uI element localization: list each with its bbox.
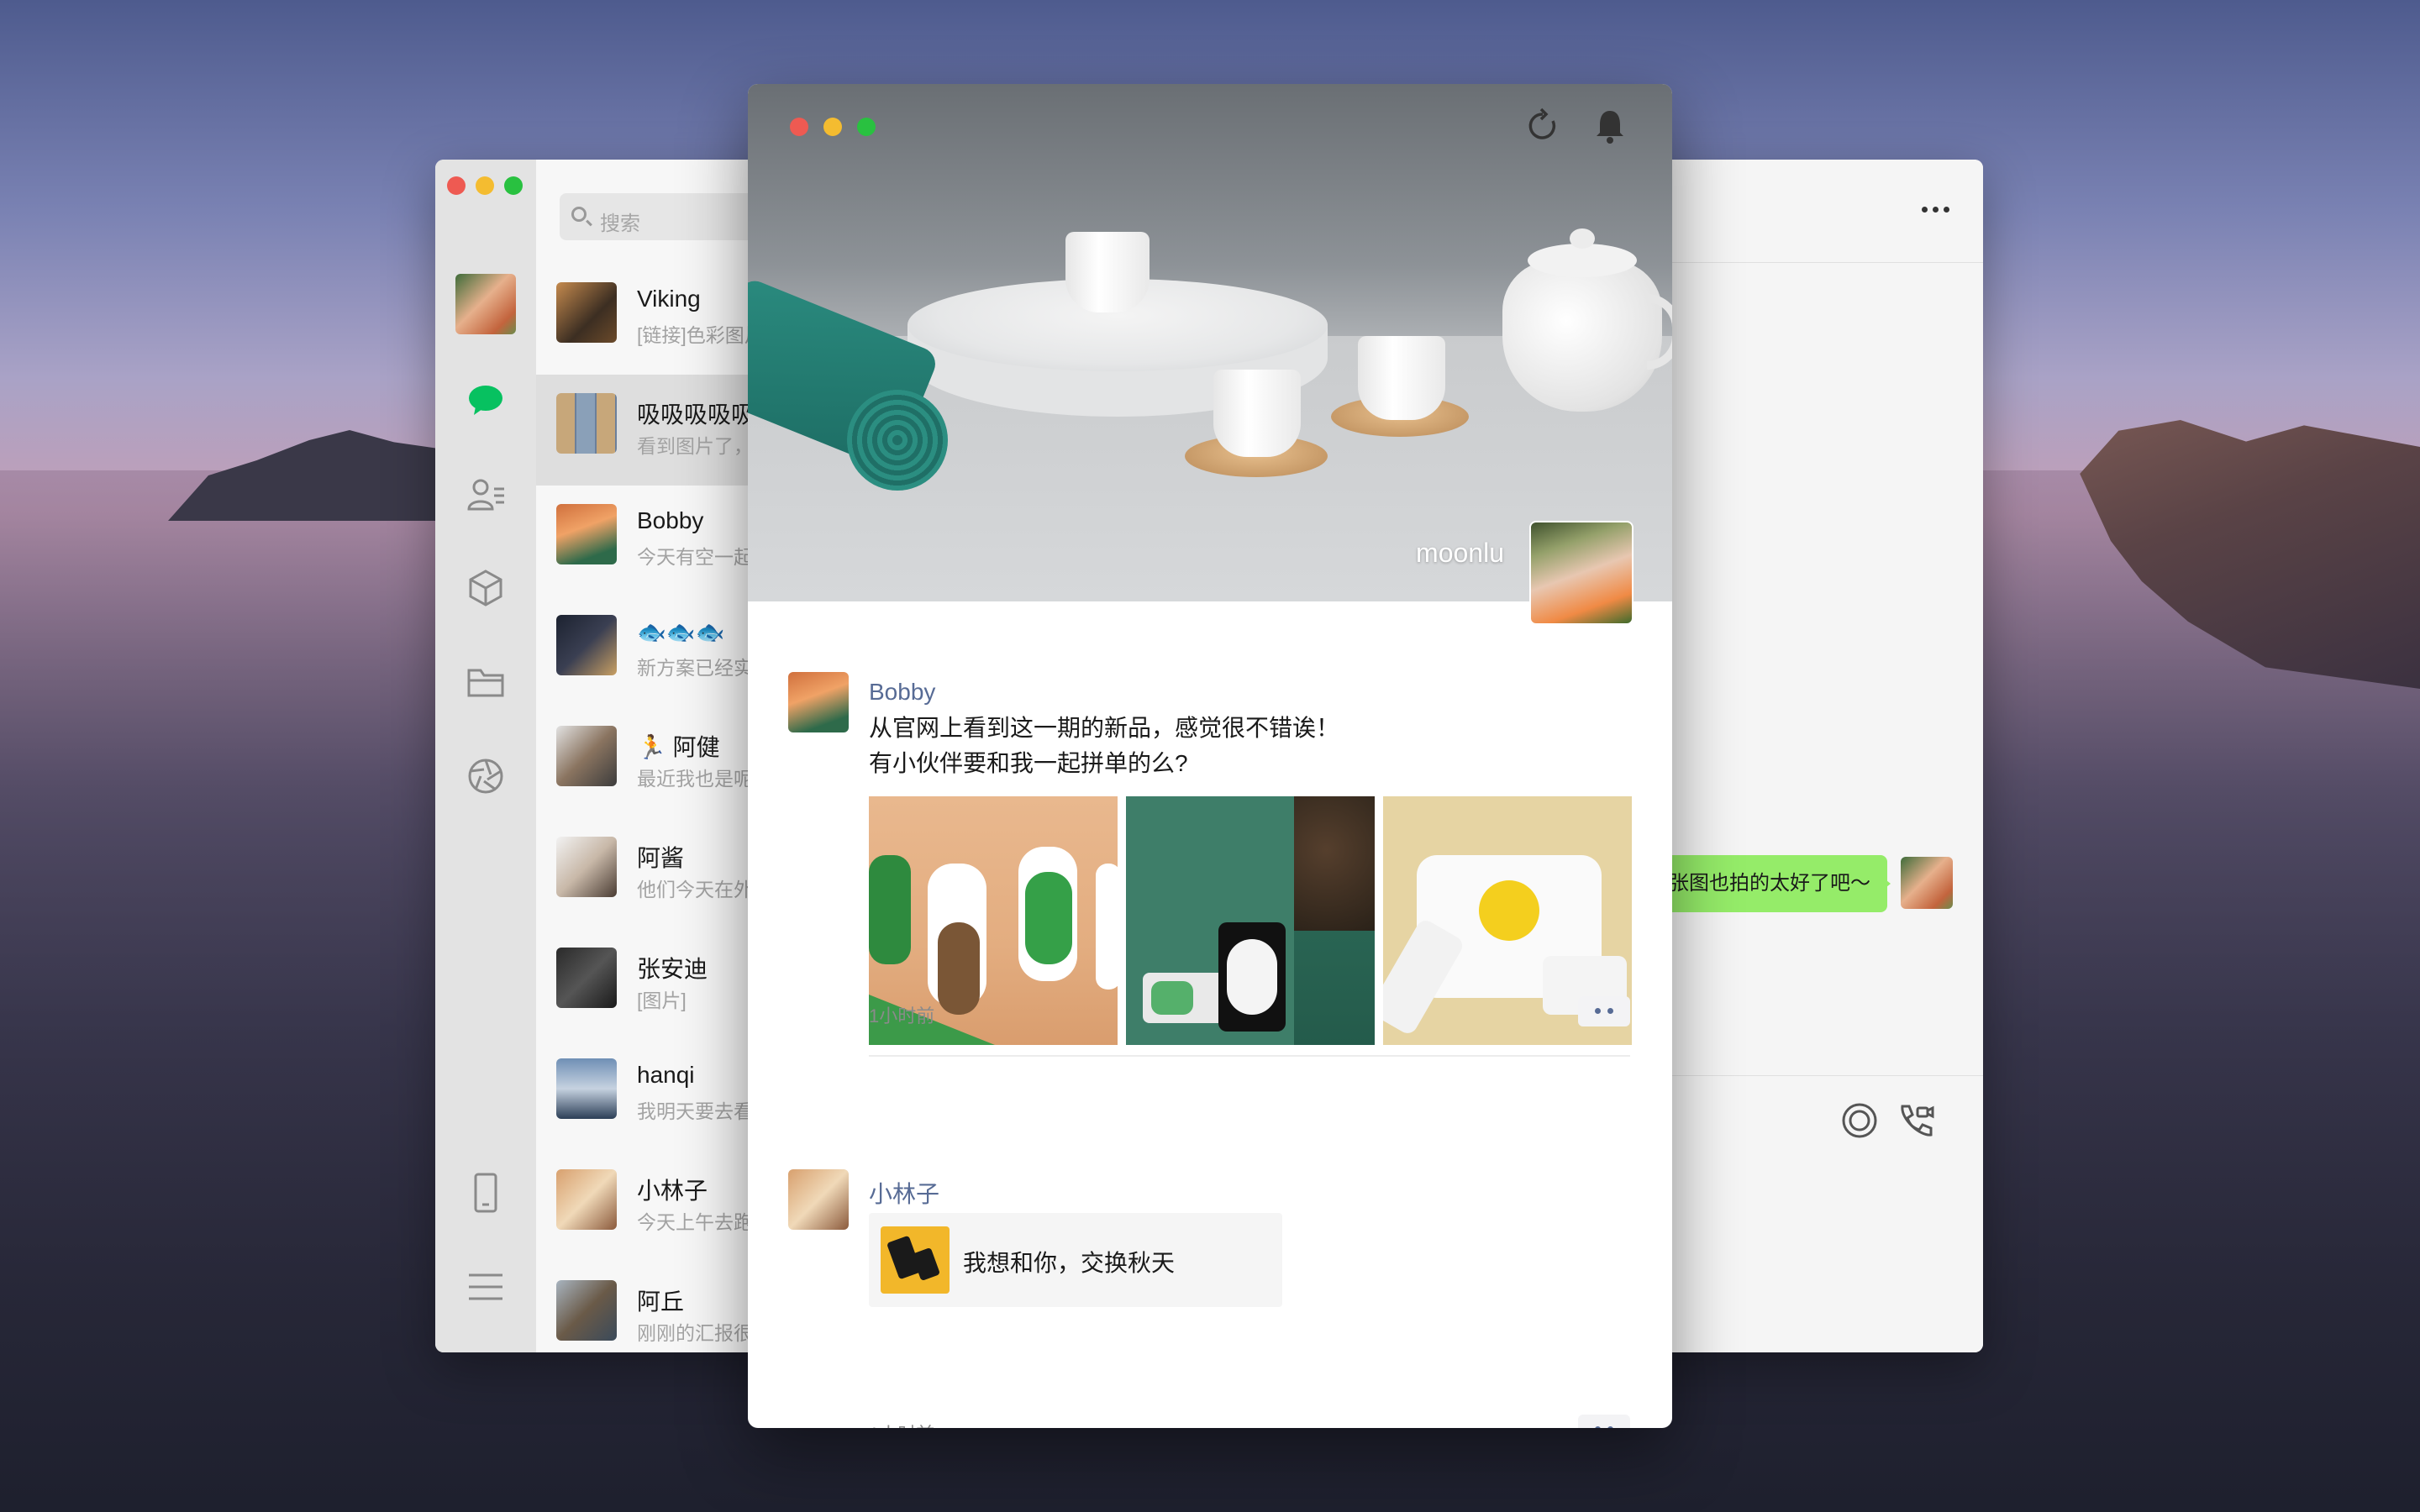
cover-teapot-lid [1528,244,1637,277]
chat-preview: 今天有空一起 [637,546,753,568]
profile-name: moonlu [1416,538,1504,568]
chat-item[interactable]: 🐟🐟🐟 新方案已经实 [536,596,771,707]
chat-name: 小林子 [637,1178,708,1204]
profile-avatar[interactable] [1529,521,1634,625]
post-author[interactable]: 小林子 [869,1176,939,1210]
close-window-button[interactable] [447,176,466,195]
favorites-box-icon[interactable] [466,568,506,608]
my-avatar[interactable] [455,274,516,334]
chat-name: Bobby [637,507,704,533]
chat-item[interactable]: Viking [链接]色彩图片 [536,264,771,375]
contacts-icon[interactable] [466,474,506,514]
group-avatar [556,393,617,454]
chat-name: 🏃 阿健 [637,734,720,760]
avatar [556,615,617,675]
cover-cup [1065,232,1150,312]
chat-icon[interactable] [466,380,506,420]
avatar [556,726,617,786]
chat-item[interactable]: 🏃 阿健 最近我也是呢 [536,707,771,818]
avatar [556,948,617,1008]
bell-icon[interactable] [1590,106,1630,146]
maximize-window-button[interactable] [857,118,876,136]
post-actions-button[interactable] [1578,1415,1630,1428]
chat-item[interactable]: Bobby 今天有空一起 [536,486,771,596]
post-image[interactable] [1126,796,1375,1045]
chat-preview: 看到图片了， [637,435,753,457]
chat-name: Viking [637,286,701,312]
more-options-icon[interactable] [1922,207,1949,213]
close-window-button[interactable] [790,118,808,136]
chat-item[interactable]: 张安迪 [图片] [536,929,771,1040]
conversation-pane: 张图也拍的太好了吧～ [1664,160,1983,1352]
chat-name: hanqi [637,1062,695,1088]
menu-icon[interactable] [466,1267,506,1307]
search-placeholder: 搜索 [600,213,640,235]
cover-teapot [1502,260,1662,412]
live-icon[interactable] [1840,1101,1879,1140]
chat-preview: 最近我也是呢 [637,768,753,790]
avatar[interactable] [788,672,849,732]
chat-preview: 新方案已经实 [637,657,753,679]
chat-name: 阿酱 [637,845,685,871]
input-toolbar [1672,1075,1983,1352]
moments-aperture-icon[interactable] [466,756,506,796]
shared-link-title: 我想和你，交换秋天 [963,1250,1176,1276]
bubble-tail [1882,877,1891,890]
post-divider [869,1055,1630,1057]
avatar [556,504,617,564]
avatar [556,282,617,343]
search-input[interactable]: 搜索 [560,193,771,240]
chat-preview: 他们今天在外 [637,879,753,900]
chat-preview: [链接]色彩图片 [637,324,764,346]
conversation-header [1672,160,1983,263]
my-avatar[interactable] [1901,857,1953,909]
moments-window: moonlu Bobby 从官网上看到这一期的新品，感觉很不错诶！ 有小伙伴要和… [748,84,1672,1428]
avatar [556,1058,617,1119]
chat-list: 搜索 Viking [链接]色彩图片 吸吸吸吸吸 看到图片了， Bobby 今天… [536,160,771,1352]
cover-teapot-handle [1647,294,1672,370]
avatar [556,837,617,897]
post-time: 1小时前 [869,1420,934,1428]
post-time: 1小时前 [869,1005,935,1026]
cover-teapot-knob [1570,228,1595,249]
cover-cup [1213,370,1301,457]
chat-preview: 我明天要去看 [637,1100,753,1122]
chat-name: 🐟🐟🐟 [637,619,725,645]
call-icon[interactable] [1896,1101,1934,1140]
post-author[interactable]: Bobby [869,679,935,706]
chat-item[interactable]: 阿酱 他们今天在外 [536,818,771,929]
chat-item[interactable]: hanqi 我明天要去看 [536,1040,771,1151]
shared-link-thumbnail [881,1226,950,1294]
chat-name: 张安迪 [637,956,708,982]
avatar [556,1280,617,1341]
post-text: 从官网上看到这一期的新品，感觉很不错诶！ 有小伙伴要和我一起拼单的么? [869,715,1340,776]
chat-item[interactable]: 小林子 今天上午去跑 [536,1151,771,1262]
chat-name: 阿丘 [637,1289,685,1315]
chat-item-selected[interactable]: 吸吸吸吸吸 看到图片了， [536,375,771,486]
chat-preview: 刚刚的汇报很 [637,1322,753,1344]
cover-towel-roll [847,390,948,491]
avatar[interactable] [788,1169,849,1230]
cover-cup [1358,336,1445,420]
chat-item[interactable]: 阿丘 刚刚的汇报很 [536,1262,771,1352]
maximize-window-button[interactable] [504,176,523,195]
phone-icon[interactable] [466,1173,506,1213]
minimize-window-button[interactable] [476,176,494,195]
shared-link-card[interactable]: 我想和你，交换秋天 [869,1213,1282,1307]
refresh-icon[interactable] [1523,106,1563,146]
post-actions-button[interactable] [1578,996,1630,1026]
chat-name: 吸吸吸吸吸 [637,402,755,428]
minimize-window-button[interactable] [823,118,842,136]
chat-preview: [图片] [637,990,687,1011]
avatar [556,1169,617,1230]
sidebar-rail [435,160,536,1352]
sent-message-bubble[interactable]: 张图也拍的太好了吧～ [1664,855,1887,912]
chat-preview: 今天上午去跑 [637,1211,753,1233]
folder-icon[interactable] [466,662,506,702]
search-icon [571,207,587,222]
